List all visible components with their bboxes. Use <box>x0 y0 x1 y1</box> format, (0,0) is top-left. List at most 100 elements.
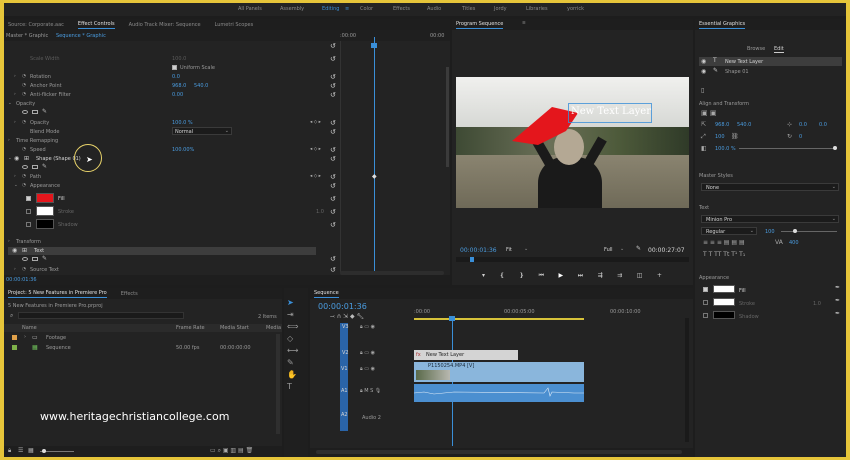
shadow-color-swatch[interactable] <box>36 219 54 229</box>
step-back-icon[interactable]: ⏮ <box>539 272 544 282</box>
opacity-collapse-icon[interactable]: ⌄ <box>8 101 12 106</box>
master-style-select[interactable]: None ⌄ <box>701 183 839 191</box>
project-search-input[interactable] <box>18 312 184 319</box>
reset-parameter-icon[interactable]: ↺ <box>330 266 336 274</box>
new-layer-icon[interactable]: ▯ <box>701 87 704 94</box>
project-footer-icons[interactable]: ▭ ⌕ ▣ ▥ ▤ 🗑︎ <box>210 447 253 455</box>
tab-browse[interactable]: Browse <box>747 46 765 52</box>
expand-icon[interactable]: › <box>24 334 26 340</box>
eg-fill-swatch[interactable] <box>713 285 735 293</box>
shape-layer-eye-icon[interactable]: ◉ <box>701 68 706 75</box>
workspace-effects[interactable]: Effects <box>393 6 410 12</box>
slip-tool-icon[interactable]: ⟷ <box>287 346 298 355</box>
tab-source[interactable]: Source: Corporate.aac <box>8 22 64 28</box>
track-controls-v1[interactable]: 🔒︎ ▭ ◉ <box>360 366 375 372</box>
wrench-icon[interactable]: ✎ <box>636 245 641 252</box>
reset-parameter-icon[interactable]: ↺ <box>330 42 336 50</box>
tab-sequence[interactable]: Sequence <box>314 290 339 298</box>
workspace-color[interactable]: Color <box>360 6 373 12</box>
add-button-icon[interactable]: + <box>657 272 662 282</box>
anchor-y-value[interactable]: 540.0 <box>194 83 208 89</box>
lock-icon[interactable]: 🔒︎ <box>8 447 11 455</box>
fill-checkbox[interactable] <box>26 196 31 201</box>
mark-in-icon[interactable]: ▾ <box>482 272 485 282</box>
tab-effects[interactable]: Effects <box>121 291 138 297</box>
timeline-playhead-handle[interactable] <box>449 316 455 321</box>
type-tool-icon[interactable]: T <box>287 382 292 391</box>
program-current-timecode[interactable]: 00:00:01:36 <box>460 247 497 254</box>
pen-tool-icon[interactable]: ✎ <box>287 358 294 367</box>
appearance-collapse-icon[interactable]: ⌄ <box>14 183 18 188</box>
reset-parameter-icon[interactable]: ↺ <box>330 55 336 63</box>
reset-parameter-icon[interactable]: ↺ <box>330 195 336 203</box>
position-y-value[interactable]: 540.0 <box>737 122 751 128</box>
eg-stroke-value[interactable]: 1.0 <box>813 301 821 307</box>
hand-tool-icon[interactable]: ✋ <box>287 370 297 379</box>
eg-anchor-y-value[interactable]: 0.0 <box>819 122 827 128</box>
path-expand-icon[interactable]: › <box>14 174 16 179</box>
opacity-keyframe-nav[interactable]: ◂ ◇ ▸ <box>310 120 321 125</box>
fill-color-swatch[interactable] <box>36 193 54 203</box>
eg-opacity-value[interactable]: 100.0 % <box>715 146 736 152</box>
ec-current-timecode[interactable]: 00:00:01:36 <box>6 277 37 283</box>
program-video-frame[interactable]: New Text Layer <box>456 77 689 208</box>
master-clip-label[interactable]: Master * Graphic <box>6 33 48 39</box>
reset-parameter-icon[interactable]: ↺ <box>330 255 336 263</box>
position-x-value[interactable]: 968.0 <box>715 122 729 128</box>
col-frame-rate[interactable]: Frame Rate <box>176 325 205 331</box>
table-row[interactable]: › ▭ Footage <box>4 334 282 342</box>
workspace-editing[interactable]: Editing <box>322 6 339 12</box>
reset-parameter-icon[interactable]: ↺ <box>330 128 336 136</box>
workspace-yorrick[interactable]: yorrick <box>567 6 584 12</box>
reset-parameter-icon[interactable]: ↺ <box>330 182 336 190</box>
blend-mode-select[interactable]: Normal ⌄ <box>172 127 232 135</box>
pen-mask-icon[interactable]: ✎ <box>42 108 47 115</box>
speed-stopwatch-icon[interactable]: ◔ <box>22 147 26 152</box>
text-visibility-eye-icon[interactable]: ◉ <box>12 247 17 254</box>
source-text-stopwatch-icon[interactable]: ◔ <box>22 267 26 272</box>
eg-shadow-checkbox[interactable] <box>703 313 708 318</box>
shadow-checkbox[interactable] <box>26 222 31 227</box>
table-row[interactable]: ▦ Sequence 50.00 fps 00:00:00:00 <box>4 344 282 352</box>
ec-playhead[interactable] <box>374 37 375 275</box>
reset-parameter-icon[interactable]: ↺ <box>330 73 336 81</box>
ec-scrollbar[interactable] <box>446 67 449 167</box>
track-a2-label[interactable]: A2 <box>341 412 348 418</box>
program-scrubber[interactable] <box>456 257 689 262</box>
tab-project[interactable]: Project: 5 New Features in Premiere Pro <box>8 290 107 298</box>
source-v1-label[interactable]: V1 <box>341 366 348 372</box>
eg-fill-checkbox[interactable] <box>703 287 708 292</box>
layer-eye-icon[interactable]: ◉ <box>701 58 706 65</box>
transform-expand-icon[interactable]: › <box>8 239 10 244</box>
work-area-bar[interactable] <box>414 318 584 320</box>
tab-edit[interactable]: Edit <box>774 46 784 53</box>
project-scrollbar[interactable] <box>276 334 280 434</box>
antiflicker-value[interactable]: 0.00 <box>172 92 183 98</box>
step-forward-icon[interactable]: ⏭ <box>578 272 583 282</box>
stroke-checkbox[interactable] <box>26 209 31 214</box>
font-size-value[interactable]: 100 <box>765 229 775 235</box>
text-clip[interactable]: fx New Text Layer <box>414 350 518 360</box>
stroke-color-swatch[interactable] <box>36 206 54 216</box>
font-size-slider[interactable] <box>781 231 837 232</box>
workspace-titles[interactable]: Titles <box>462 6 475 12</box>
track-v2-label[interactable]: V2 <box>342 350 349 356</box>
opacity-stopwatch-icon[interactable]: ◔ <box>22 120 26 125</box>
shape-rect-mask-icon[interactable] <box>32 165 38 169</box>
reset-parameter-icon[interactable]: ↺ <box>330 173 336 181</box>
quality-select[interactable]: Full ⌄ <box>604 245 628 253</box>
workspace-assembly[interactable]: Assembly <box>280 6 304 12</box>
zoom-slider-handle[interactable] <box>42 449 46 453</box>
reset-parameter-icon[interactable]: ↺ <box>330 208 336 216</box>
tab-effect-controls[interactable]: Effect Controls <box>77 21 115 29</box>
sequence-clip-label[interactable]: Sequence * Graphic <box>56 33 106 39</box>
layer-row-shape[interactable]: ◉ ✎ Shape 01 <box>699 67 842 76</box>
ellipse-mask-icon[interactable] <box>22 110 28 114</box>
reset-parameter-icon[interactable]: ↺ <box>330 221 336 229</box>
razor-tool-icon[interactable]: ◇ <box>287 334 293 343</box>
antiflicker-stopwatch-icon[interactable]: ◔ <box>22 92 26 97</box>
reset-parameter-icon[interactable]: ↺ <box>330 82 336 90</box>
video-clip[interactable]: P1150254.MP4 [V] <box>414 362 584 382</box>
rect-mask-icon[interactable] <box>32 110 38 114</box>
shape-ellipse-mask-icon[interactable] <box>22 165 28 169</box>
